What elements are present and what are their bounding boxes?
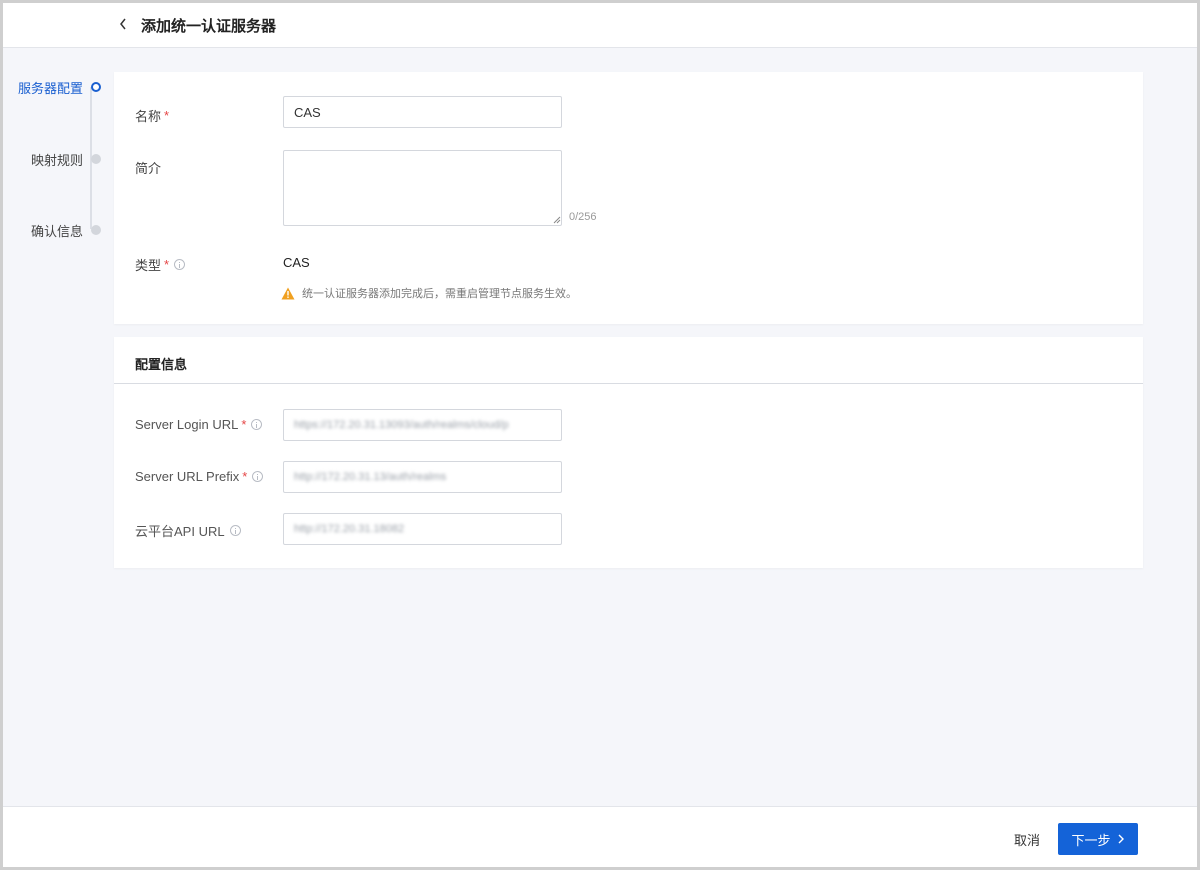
next-step-button[interactable]: 下一步 xyxy=(1058,823,1138,855)
restart-notice: 统一认证服务器添加完成后，需重启管理节点服务生效。 xyxy=(281,285,577,301)
stepper: 服务器配置 映射规则 确认信息 xyxy=(3,73,113,263)
server-url-prefix-label: Server URL Prefix * xyxy=(135,469,264,484)
server-url-prefix-input[interactable]: http://172.20.31.13/auth/realms xyxy=(283,461,562,493)
required-mark: * xyxy=(164,108,170,123)
step-label: 服务器配置 xyxy=(17,80,83,96)
chevron-left-icon[interactable] xyxy=(116,14,132,34)
resize-handle-icon[interactable] xyxy=(553,216,561,224)
step-server-config[interactable]: 服务器配置 xyxy=(18,77,101,97)
blurred-value: https://172.20.31.13093/auth/realms/clou… xyxy=(294,419,509,431)
app-frame: 添加统一认证服务器 服务器配置 映射规则 确认信息 名称* 简介 0/256 类… xyxy=(0,0,1200,870)
step-confirm-info[interactable]: 确认信息 xyxy=(31,220,101,240)
step-label: 确认信息 xyxy=(30,223,83,239)
server-login-url-label: Server Login URL * xyxy=(135,417,263,432)
basic-info-card: 名称* 简介 0/256 类型* CAS 统一认证服务器添加完成后，需重启管理节… xyxy=(114,72,1143,324)
required-mark: * xyxy=(241,417,247,432)
name-label: 名称 * xyxy=(135,108,170,124)
step-dot-icon xyxy=(91,225,101,235)
cloud-api-url-input[interactable]: http://172.20.31.18082 xyxy=(283,513,562,545)
next-step-label: 下一步 xyxy=(1071,832,1111,848)
cloud-api-url-label: 云平台API URL xyxy=(135,521,241,540)
info-icon[interactable] xyxy=(252,471,264,482)
type-label: 类型 * xyxy=(135,255,186,274)
type-value: CAS xyxy=(283,255,310,270)
required-mark: * xyxy=(242,469,248,484)
footer-bar: 取消 下一步 xyxy=(3,806,1197,867)
chevron-right-icon xyxy=(1118,834,1124,844)
config-info-card: 配置信息 Server Login URL * https://172.20.31… xyxy=(114,337,1143,568)
info-icon[interactable] xyxy=(251,419,263,430)
step-label: 映射规则 xyxy=(30,152,83,168)
info-icon[interactable] xyxy=(174,259,186,270)
required-mark: * xyxy=(164,257,170,272)
step-active-dot-icon xyxy=(91,82,101,92)
section-title: 配置信息 xyxy=(135,357,188,372)
step-dot-icon xyxy=(91,154,101,164)
blurred-value: http://172.20.31.18082 xyxy=(294,523,405,535)
step-mapping-rules[interactable]: 映射规则 xyxy=(31,149,101,169)
description-textarea[interactable] xyxy=(283,150,562,226)
section-divider xyxy=(114,383,1143,384)
cancel-button[interactable]: 取消 xyxy=(1006,824,1048,854)
blurred-value: http://172.20.31.13/auth/realms xyxy=(294,471,447,483)
description-label: 简介 xyxy=(135,161,162,176)
description-counter: 0/256 xyxy=(569,211,597,223)
info-icon[interactable] xyxy=(229,525,241,536)
server-login-url-input[interactable]: https://172.20.31.13093/auth/realms/clou… xyxy=(283,409,562,441)
page-header: 添加统一认证服务器 xyxy=(3,3,1197,48)
page-title: 添加统一认证服务器 xyxy=(141,18,277,35)
warning-icon xyxy=(281,287,295,299)
name-input[interactable] xyxy=(283,96,562,128)
